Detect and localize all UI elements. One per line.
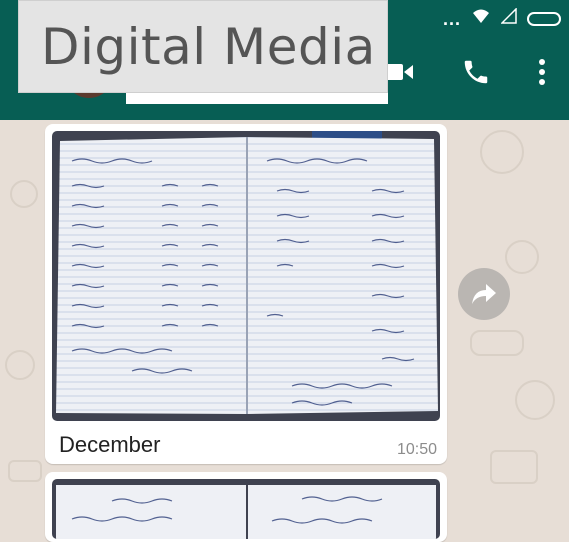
forward-button[interactable] [458, 268, 510, 320]
notebook-photo[interactable] [52, 479, 440, 539]
image-caption: December [59, 432, 161, 457]
forward-arrow-icon [472, 284, 496, 304]
overlay-title-box: Digital Media [18, 0, 388, 93]
wifi-icon [471, 8, 491, 29]
battery-icon [527, 11, 561, 26]
voice-call-icon[interactable] [458, 54, 494, 90]
overlay-title: Digital Media [41, 17, 376, 76]
more-dots-icon: ... [442, 8, 461, 29]
signal-icon [500, 7, 517, 29]
overflow-menu-icon[interactable] [524, 54, 560, 90]
notebook-photo[interactable] [52, 131, 440, 421]
message-time: 10:50 [396, 441, 437, 458]
image-message[interactable]: December 10:50 [45, 124, 447, 464]
image-message[interactable] [45, 472, 447, 542]
